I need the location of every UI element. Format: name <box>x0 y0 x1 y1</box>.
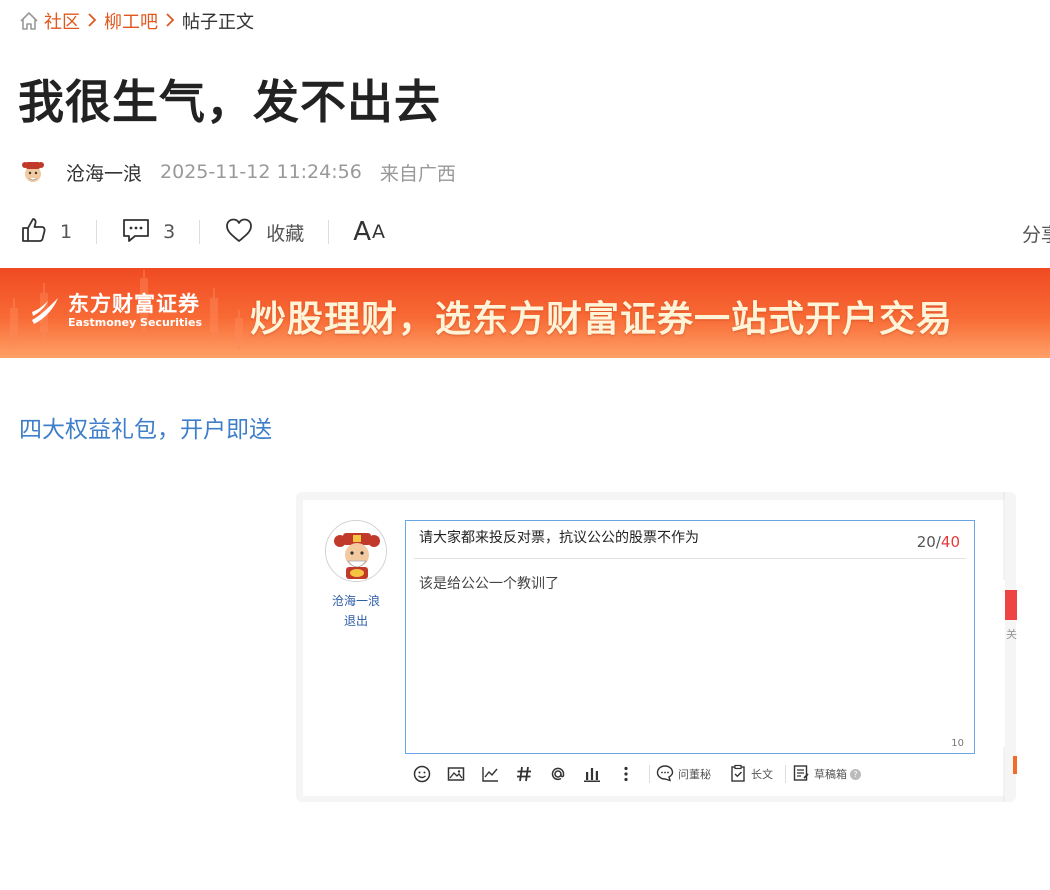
title-input[interactable] <box>419 529 839 545</box>
logout-link[interactable]: 退出 <box>317 612 395 629</box>
font-size-button[interactable]: AA <box>353 217 386 247</box>
avatar[interactable] <box>20 159 46 185</box>
drafts-label: 草稿箱 <box>814 768 847 781</box>
breadcrumb-community-link[interactable]: 社区 <box>44 8 80 34</box>
help-icon[interactable]: ? <box>850 768 861 780</box>
breadcrumb-current: 帖子正文 <box>182 12 254 33</box>
ask-secretary-button[interactable]: 问董秘 <box>656 764 711 785</box>
eastmoney-logo: 东方财富证券 Eastmoney Securities <box>28 292 202 330</box>
side-badge[interactable] <box>1005 590 1017 620</box>
home-icon[interactable] <box>18 10 40 32</box>
thumbs-up-icon <box>20 216 60 249</box>
reply-panel: 沧海一浪 退出 20/40 该是给公公一个教训了 10 <box>296 492 1016 802</box>
reply-panel-inner: 沧海一浪 退出 20/40 该是给公公一个教训了 10 <box>303 500 1005 796</box>
emoji-icon[interactable] <box>405 762 439 786</box>
image-icon[interactable] <box>439 762 473 786</box>
body-char-count: 10 <box>951 738 964 749</box>
draft-icon <box>792 764 814 785</box>
ad-banner[interactable]: 东方财富证券 Eastmoney Securities 炒股理财，选东方财富证券… <box>0 268 1050 358</box>
divider <box>649 765 650 783</box>
divider <box>785 765 786 783</box>
editor-toolbar: 问董秘 长文 草稿箱 ? <box>405 762 1005 786</box>
favorite-label: 收藏 <box>266 222 305 245</box>
title-count-max: 40 <box>940 533 960 551</box>
comment-icon <box>121 216 163 249</box>
logo-cn: 东方财富证券 <box>68 292 200 316</box>
title-count-current: 20/ <box>916 533 941 551</box>
long-text-button[interactable]: 长文 <box>729 764 773 785</box>
chevron-right-icon <box>165 12 175 31</box>
heart-icon <box>224 216 266 249</box>
body-textarea[interactable]: 该是给公公一个教训了 <box>419 573 959 723</box>
font-size-big: A <box>353 217 372 247</box>
title-char-count: 20/40 <box>917 533 960 551</box>
at-mention-icon[interactable] <box>541 762 575 786</box>
long-text-label: 长文 <box>751 768 773 781</box>
breadcrumb-forum-link[interactable]: 柳工吧 <box>104 8 158 34</box>
post-actions: 1 3 收藏 AA 分享 <box>20 212 1050 252</box>
divider <box>414 558 966 559</box>
comment-count: 3 <box>163 221 176 243</box>
ask-secretary-label: 问董秘 <box>678 768 711 781</box>
post-time: 2025-11-12 11:24:56 <box>160 161 362 183</box>
promo-link[interactable]: 四大权益礼包，开户即送 <box>19 410 272 444</box>
banner-slogan: 炒股理财，选东方财富证券一站式开户交易 <box>250 299 954 340</box>
share-button[interactable]: 分享 <box>1022 220 1050 247</box>
chart-line-icon[interactable] <box>473 762 507 786</box>
reply-editor: 20/40 该是给公公一个教训了 10 <box>405 520 975 754</box>
post-title: 我很生气，发不出去 <box>18 75 441 129</box>
eastmoney-logo-icon <box>28 294 62 328</box>
breadcrumb: 社区 柳工吧 帖子正文 <box>18 8 254 34</box>
reply-username[interactable]: 沧海一浪 <box>317 592 395 609</box>
chat-bubble-icon <box>656 764 678 785</box>
divider <box>199 220 201 244</box>
font-size-small: A <box>372 221 386 243</box>
divider <box>96 220 98 244</box>
clipboard-icon <box>729 764 751 785</box>
drafts-button[interactable]: 草稿箱 ? <box>792 764 861 785</box>
logo-text: 东方财富证券 Eastmoney Securities <box>68 292 202 330</box>
logo-en: Eastmoney Securities <box>68 316 203 329</box>
post-location: 来自广西 <box>379 162 456 185</box>
more-icon[interactable] <box>609 762 643 786</box>
hashtag-icon[interactable] <box>507 762 541 786</box>
like-button[interactable]: 1 <box>20 216 72 249</box>
user-avatar[interactable] <box>325 520 387 582</box>
comment-button[interactable]: 3 <box>121 216 175 249</box>
side-text: 关 <box>1006 628 1017 641</box>
author-name[interactable]: 沧海一浪 <box>66 159 142 186</box>
post-meta: 沧海一浪 2025-11-12 11:24:56 来自广西 <box>20 156 456 188</box>
chevron-right-icon <box>87 12 97 31</box>
side-accent <box>1013 756 1017 774</box>
favorite-button[interactable]: 收藏 <box>224 216 304 249</box>
divider <box>328 220 330 244</box>
like-count: 1 <box>60 221 73 243</box>
bar-chart-icon[interactable] <box>575 762 609 786</box>
